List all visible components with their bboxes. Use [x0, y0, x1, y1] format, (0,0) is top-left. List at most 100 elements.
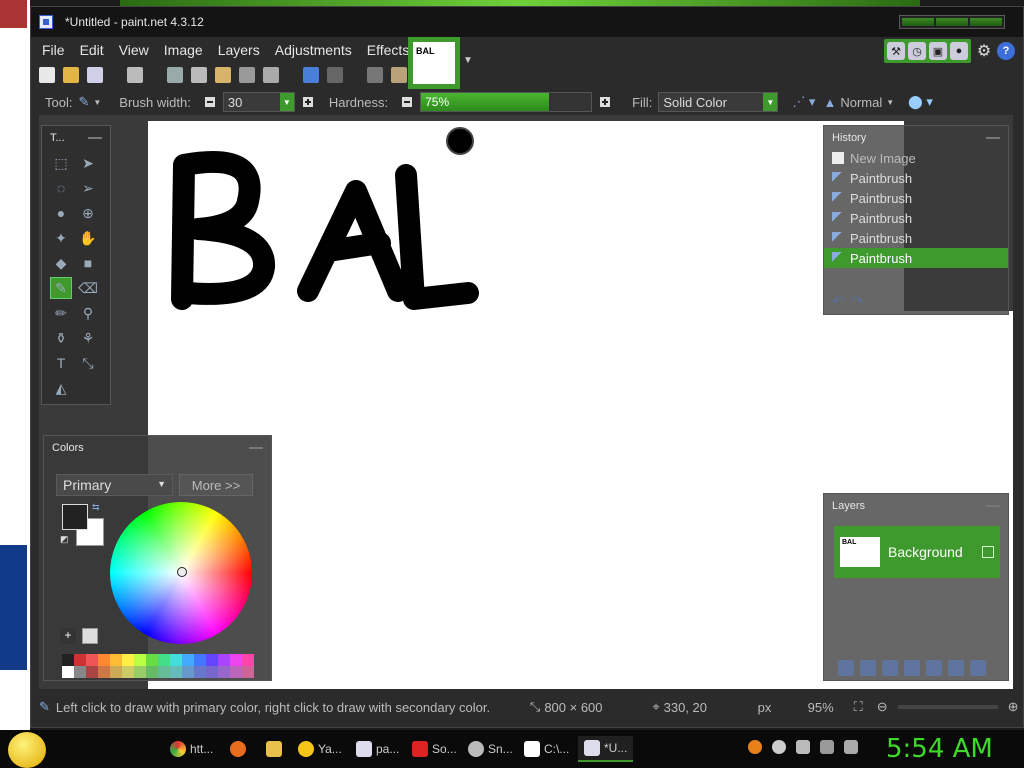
image-list-dropdown-icon[interactable]: ▼ [463, 55, 473, 66]
tool-dropdown-icon[interactable]: ▼ [93, 98, 101, 107]
menu-layers[interactable]: Layers [218, 42, 260, 58]
lasso-select-tool-icon[interactable]: ◌ [50, 177, 72, 199]
save-file-icon[interactable] [87, 67, 103, 83]
taskbar-item-snipping[interactable]: Sn... [468, 736, 513, 762]
layer-row[interactable]: BAL Background [834, 526, 1000, 578]
taskbar-item-chrome[interactable]: htt... [170, 736, 213, 762]
close-button[interactable] [970, 18, 1002, 26]
ellipse-select-tool-icon[interactable]: ● [50, 202, 72, 224]
primary-color-swatch[interactable] [62, 504, 88, 530]
taskbar-item-yahoo[interactable]: Ya... [298, 736, 342, 762]
duplicate-layer-icon[interactable] [882, 660, 898, 676]
zoom-tool-icon[interactable]: ⊕ [77, 202, 99, 224]
blend-mode-dropdown-icon[interactable]: ▼ [886, 98, 894, 107]
taskbar-item-paint[interactable]: pa... [356, 736, 399, 762]
merge-layer-icon[interactable] [904, 660, 920, 676]
taskbar-item-paint-active[interactable]: *U... [578, 736, 634, 762]
print-icon[interactable] [127, 67, 143, 83]
start-button-icon[interactable] [8, 732, 46, 768]
line-curve-tool-icon[interactable]: ⤡ [77, 352, 99, 374]
fill-select[interactable]: Solid Color ▼ [658, 92, 779, 112]
move-selected-pixels-tool-icon[interactable]: ➤ [77, 152, 99, 174]
menu-effects[interactable]: Effects [367, 42, 410, 58]
swap-colors-icon[interactable]: ⇆ [92, 502, 100, 513]
menu-view[interactable]: View [119, 42, 149, 58]
hardness-slider[interactable]: 75% [420, 92, 593, 112]
zoom-level[interactable]: 95% [808, 700, 848, 715]
brush-width-input[interactable]: 30 ▼ [222, 92, 295, 112]
help-icon[interactable]: ? [997, 42, 1015, 60]
add-color-icon[interactable]: + [60, 628, 76, 644]
image-tab[interactable]: BAL [408, 37, 460, 89]
history-item[interactable]: Paintbrush [824, 188, 1008, 208]
reset-colors-icon[interactable]: ◩ [60, 534, 69, 545]
menu-adjustments[interactable]: Adjustments [275, 42, 352, 58]
more-colors-button[interactable]: More >> [179, 474, 253, 496]
history-item[interactable]: New Image [824, 148, 1008, 168]
history-undo-icon[interactable]: ↶ [832, 293, 844, 310]
brush-width-dropdown-icon[interactable]: ▼ [279, 93, 294, 111]
paint-bucket-tool-icon[interactable]: ◆ [50, 252, 72, 274]
new-file-icon[interactable] [39, 67, 55, 83]
action-center-icon[interactable] [796, 740, 810, 754]
delete-layer-icon[interactable] [860, 660, 876, 676]
history-item[interactable]: Paintbrush [824, 168, 1008, 188]
history-toggle-icon[interactable]: ◷ [908, 42, 926, 60]
undo-icon[interactable] [303, 67, 319, 83]
deselect-icon[interactable] [263, 67, 279, 83]
gradient-tool-icon[interactable]: ■ [77, 252, 99, 274]
color-picker-tool-icon[interactable]: ⚲ [77, 302, 99, 324]
magic-wand-tool-icon[interactable]: ✦ [50, 227, 72, 249]
network-icon[interactable] [820, 740, 834, 754]
color-palette[interactable] [62, 654, 254, 678]
taskbar-item-firefox[interactable] [230, 736, 250, 762]
menu-file[interactable]: File [42, 42, 65, 58]
layers-toggle-icon[interactable]: ▣ [929, 42, 947, 60]
grid-icon[interactable] [367, 67, 383, 83]
history-item[interactable]: Paintbrush [824, 208, 1008, 228]
history-item-active[interactable]: Paintbrush [824, 248, 1008, 268]
zoom-out-icon[interactable]: ⊖ [877, 699, 888, 715]
color-wheel-selector[interactable] [177, 567, 187, 577]
move-selection-tool-icon[interactable]: ➢ [77, 177, 99, 199]
maximize-button[interactable] [936, 18, 968, 26]
pencil-tool-icon[interactable]: ✏ [50, 302, 72, 324]
pan-tool-icon[interactable]: ✋ [77, 227, 99, 249]
menu-image[interactable]: Image [164, 42, 203, 58]
layer-visibility-checkbox[interactable] [982, 546, 994, 558]
taskbar-item-folder[interactable] [266, 736, 286, 762]
zoom-slider[interactable] [897, 705, 998, 709]
cut-icon[interactable] [167, 67, 183, 83]
palette-options-icon[interactable] [82, 628, 98, 644]
layer-properties-icon[interactable] [970, 660, 986, 676]
taskbar-item-so[interactable]: So... [412, 736, 457, 762]
zoom-to-window-icon[interactable]: ⛶ [854, 699, 863, 715]
taskbar-item-7zip[interactable]: C:\... [524, 736, 569, 762]
brush-width-increase-button[interactable] [302, 97, 313, 107]
selection-mode-icon[interactable]: ⬤ ▾ [908, 94, 933, 110]
rectangle-select-tool-icon[interactable]: ⬚ [50, 152, 72, 174]
minus-icon[interactable] [772, 740, 786, 754]
color-mode-select[interactable]: Primary ▼ [56, 474, 173, 496]
add-layer-icon[interactable] [838, 660, 854, 676]
redo-icon[interactable] [327, 67, 343, 83]
colors-toggle-icon[interactable]: ● [950, 42, 968, 60]
history-redo-icon[interactable]: ↷ [852, 293, 864, 310]
hardness-decrease-button[interactable] [402, 97, 413, 107]
minimize-button[interactable] [902, 18, 934, 26]
antialiasing-icon[interactable]: ⋰ ▾ [792, 94, 815, 110]
shapes-tool-icon[interactable]: ◭ [50, 377, 72, 399]
window-controls[interactable] [899, 15, 1005, 29]
history-item[interactable]: Paintbrush [824, 228, 1008, 248]
search-icon[interactable] [748, 740, 762, 754]
clone-stamp-tool-icon[interactable]: ⚱ [50, 327, 72, 349]
settings-gear-icon[interactable]: ⚙ [975, 42, 993, 60]
copy-icon[interactable] [191, 67, 207, 83]
blend-mode-select[interactable]: Normal [840, 95, 882, 110]
paintbrush-tool-icon[interactable]: ✎ [50, 277, 72, 299]
tools-toggle-icon[interactable]: ⚒ [887, 42, 905, 60]
zoom-in-icon[interactable]: ⊕ [1008, 699, 1019, 715]
move-layer-up-icon[interactable] [926, 660, 942, 676]
paintbrush-tool-icon[interactable]: ✎ [78, 94, 89, 110]
ruler-icon[interactable] [391, 67, 407, 83]
